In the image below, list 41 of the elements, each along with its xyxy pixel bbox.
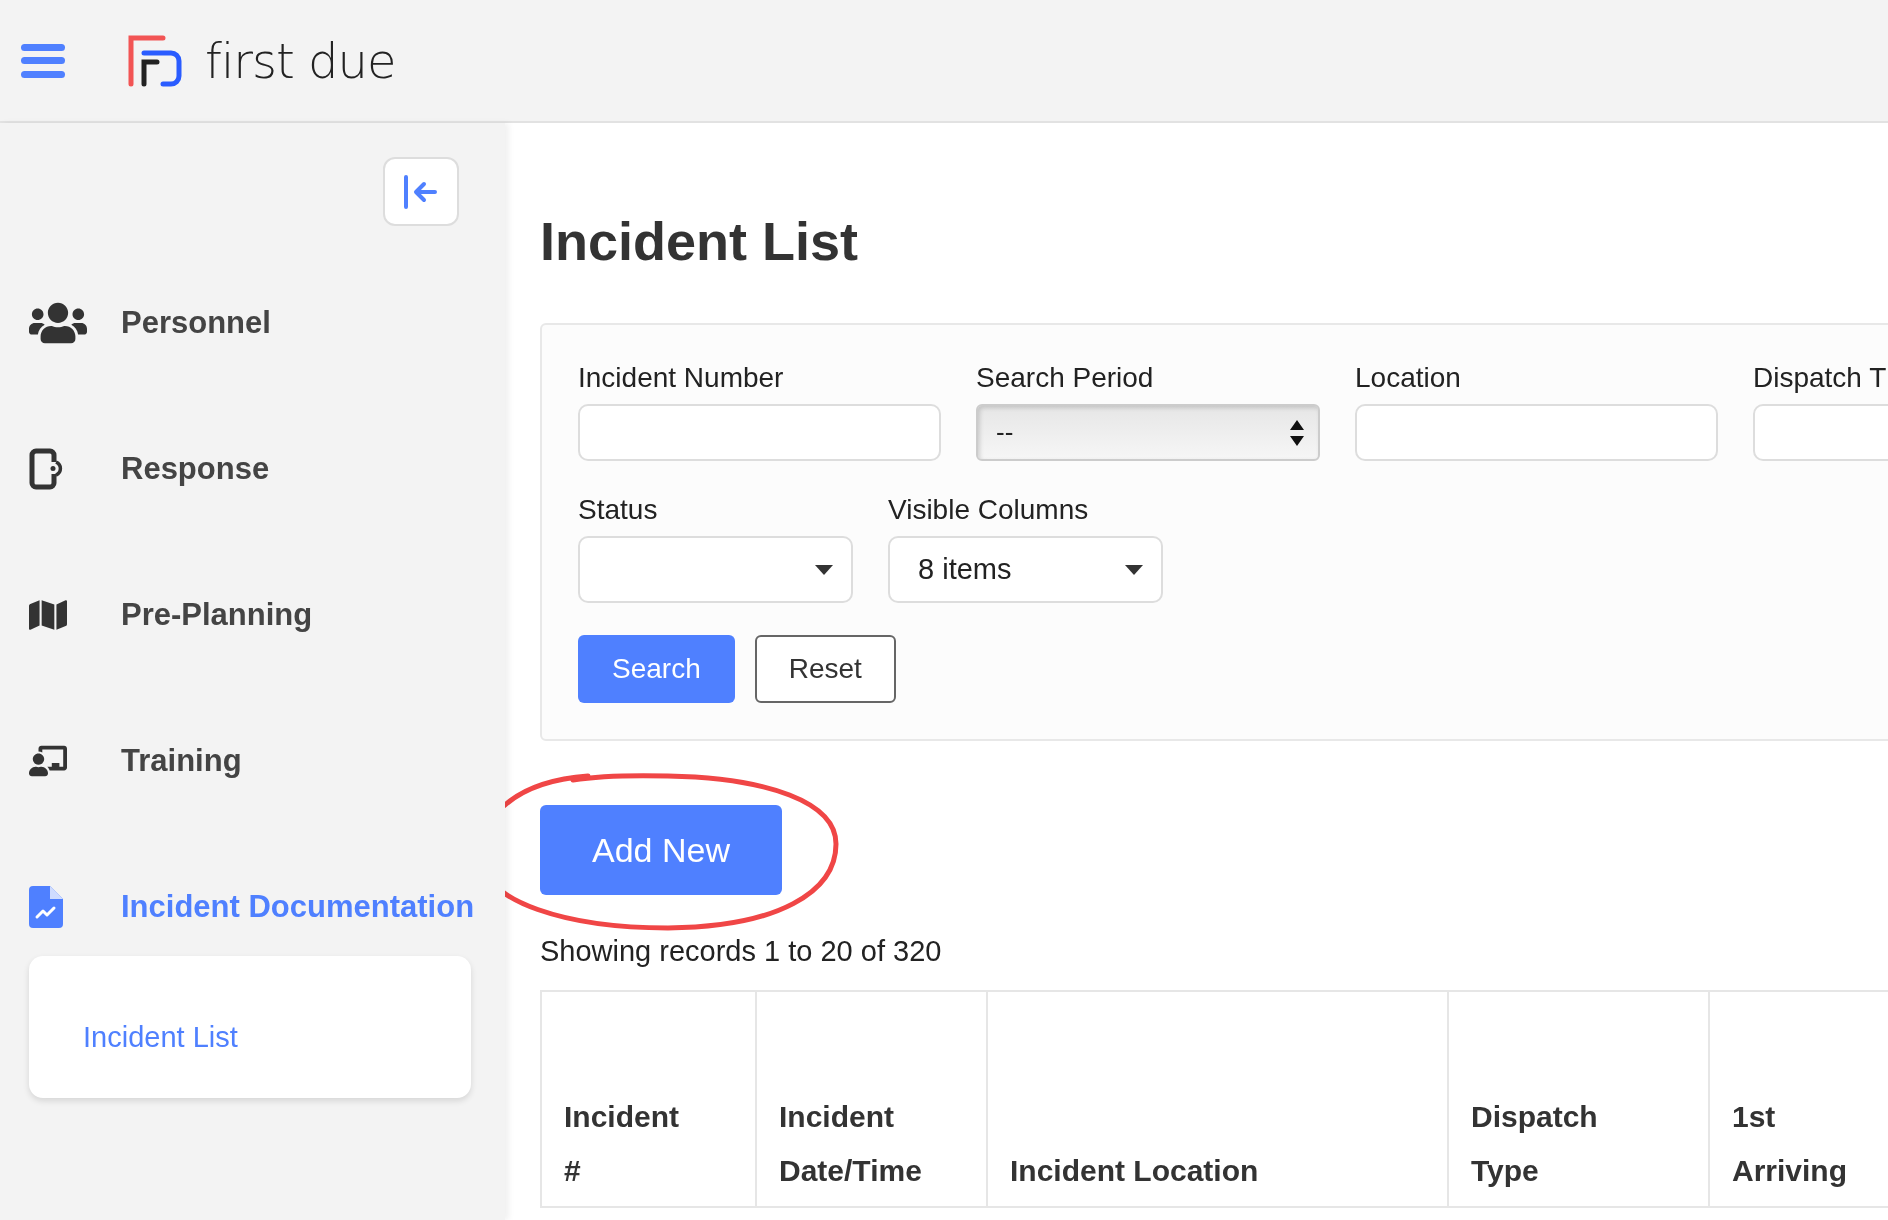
dropdown-field[interactable]: 8 items — [888, 536, 1163, 603]
sidebar-item[interactable]: Response — [29, 409, 270, 529]
submenu-link[interactable]: Incident List — [83, 1020, 238, 1054]
arrow-to-line-icon — [403, 174, 439, 209]
search-button[interactable]: Search — [578, 635, 735, 703]
records-count: Showing records 1 to 20 of 320 — [540, 934, 943, 969]
field-label: Incident Number — [578, 361, 785, 395]
sidebar-item[interactable]: Personnel — [29, 263, 271, 383]
sidebar-item-label: Personnel — [121, 305, 271, 341]
select-field[interactable]: -- — [976, 404, 1320, 461]
collapse-sidebar-button[interactable] — [383, 157, 459, 226]
phone-icon — [29, 448, 65, 490]
field-label: Status — [578, 493, 659, 527]
page-title: Incident List — [540, 210, 859, 273]
column-header: Dispatch Type — [1448, 991, 1709, 1207]
column-header: Incident Date/Time — [756, 991, 987, 1207]
column-header: Incident Location — [987, 991, 1448, 1207]
field-label: Visible Columns — [888, 493, 1090, 527]
field-label: Search Period — [976, 361, 1155, 395]
brand-name: first due — [205, 32, 396, 89]
text-field[interactable] — [578, 404, 941, 461]
column-header: Incident # — [541, 991, 756, 1207]
menu-icon[interactable] — [21, 43, 65, 78]
column-header: 1st Arriving — [1709, 991, 1888, 1207]
sidebar-item-label: Pre-Planning — [121, 597, 313, 633]
reset-button[interactable]: Reset — [754, 635, 896, 703]
field-label: Dispatch T — [1753, 361, 1888, 395]
sidebar-item-label: Training — [121, 743, 242, 779]
logo-icon — [127, 33, 183, 88]
document-chart-icon — [29, 886, 63, 928]
sidebar-item[interactable]: Training — [29, 701, 242, 821]
text-field[interactable] — [1355, 404, 1718, 461]
field-label: Location — [1355, 361, 1462, 395]
caret-icon — [815, 564, 833, 575]
sidebar-item-label: Incident Documentation — [121, 889, 475, 925]
up-down-arrows-icon — [1290, 419, 1304, 446]
caret-icon — [1125, 564, 1143, 575]
sidebar-item-label: Response — [121, 451, 270, 487]
add-new-button[interactable]: Add New — [540, 805, 782, 895]
dropdown-field[interactable] — [578, 536, 853, 603]
sidebar-item[interactable]: Pre-Planning — [29, 555, 313, 675]
